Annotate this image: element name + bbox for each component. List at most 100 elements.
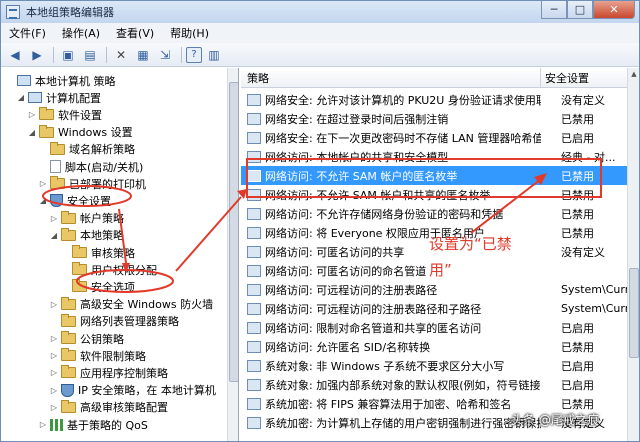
- menu-view[interactable]: 查看(V): [108, 25, 162, 41]
- help-icon[interactable]: ?: [186, 46, 202, 63]
- tree-item[interactable]: ▷ 基于策略的 QoS: [38, 416, 148, 433]
- expand-toggle-icon[interactable]: ◢: [49, 231, 59, 240]
- policy-setting-value: 已禁用: [561, 397, 594, 411]
- tree-item[interactable]: 本地计算机 策略: [5, 72, 116, 89]
- folder-icon: [61, 399, 76, 413]
- expand-toggle-icon[interactable]: ▷: [49, 300, 59, 309]
- tree-item-label: 脚本(启动/关机): [65, 160, 144, 174]
- expand-toggle-icon[interactable]: ▷: [38, 420, 48, 429]
- expand-toggle-icon[interactable]: ▷: [49, 386, 59, 395]
- tree-item[interactable]: ▷ IP 安全策略，在 本地计算机: [49, 382, 216, 399]
- policy-row[interactable]: 系统对象: 加强内部系统对象的默认权限(例如，符号链接) 已启用: [241, 375, 627, 394]
- tree-item[interactable]: 审核策略: [60, 244, 135, 261]
- policy-row[interactable]: 网络访问: 本地帐户的共享和安全模型 经典 - 对...: [241, 147, 627, 166]
- tree-item[interactable]: ▷ 软件限制策略: [49, 347, 146, 364]
- tree-item[interactable]: ▷ 高级安全 Windows 防火墙: [49, 296, 213, 313]
- tree-item[interactable]: ◢ 安全设置: [38, 192, 111, 209]
- computer-icon: [17, 75, 31, 86]
- column-header-setting[interactable]: 安全设置: [541, 70, 589, 86]
- tree-item[interactable]: ▷ 高级审核策略配置: [49, 399, 168, 416]
- tree-item[interactable]: ◢ 计算机配置: [16, 89, 101, 106]
- policy-name: 系统对象: 非 Windows 子系统不要求区分大小写: [265, 359, 505, 373]
- tree-item[interactable]: ▷ 应用程序控制策略: [49, 364, 168, 381]
- policy-row[interactable]: 系统对象: 非 Windows 子系统不要求区分大小写 已启用: [241, 356, 627, 375]
- tree-item-label: Windows 设置: [58, 126, 133, 140]
- expand-toggle-icon[interactable]: ▷: [38, 179, 48, 188]
- tree-item-label: 基于策略的 QoS: [67, 418, 148, 432]
- folder-icon: [61, 313, 76, 327]
- expand-toggle-icon[interactable]: ▷: [49, 334, 59, 343]
- policy-icon: [247, 169, 261, 182]
- tree-item[interactable]: ▷ 软件设置: [27, 106, 102, 123]
- back-arrow-icon[interactable]: ◀: [5, 46, 25, 64]
- scroll-up-icon[interactable]: ▲: [628, 68, 639, 80]
- folder-icon: [50, 176, 65, 190]
- tree-item[interactable]: 安全选项: [60, 278, 135, 295]
- policy-row[interactable]: 网络访问: 不允许 SAM 帐户的匿名枚举 已禁用: [241, 166, 627, 185]
- policy-row[interactable]: 网络访问: 限制对命名管道和共享的匿名访问 已启用: [241, 318, 627, 337]
- policy-row[interactable]: 网络安全: 在下一次更改密码时不存储 LAN 管理器哈希值 已启用: [241, 128, 627, 147]
- tree-item-label: 审核策略: [91, 246, 135, 260]
- policy-row[interactable]: 网络访问: 允许匿名 SID/名称转换 已禁用: [241, 337, 627, 356]
- policy-name: 网络访问: 限制对命名管道和共享的匿名访问: [265, 321, 482, 335]
- expand-toggle-icon[interactable]: ▷: [49, 403, 59, 412]
- expand-toggle-icon[interactable]: ▷: [49, 351, 59, 360]
- expand-toggle-icon[interactable]: ▷: [49, 214, 59, 223]
- expand-toggle-icon[interactable]: ▷: [49, 368, 59, 377]
- expand-toggle-icon[interactable]: ◢: [38, 196, 48, 205]
- tree-item[interactable]: 用户权限分配: [60, 261, 157, 278]
- menu-help[interactable]: 帮助(H): [162, 25, 217, 41]
- menu-action[interactable]: 操作(A): [54, 25, 108, 41]
- folder-icon: [39, 107, 54, 121]
- folder-icon: [61, 348, 76, 362]
- policy-icon: [247, 283, 261, 296]
- expand-toggle-icon[interactable]: ◢: [16, 93, 26, 102]
- list-scrollbar-thumb[interactable]: [629, 268, 639, 358]
- policy-setting-value: System\CurrentC...: [561, 302, 627, 315]
- policy-setting-value: 已启用: [561, 131, 594, 145]
- policy-row[interactable]: 网络访问: 不允许 SAM 帐户和共享的匿名枚举 已禁用: [241, 185, 627, 204]
- delete-icon[interactable]: ✕: [111, 46, 131, 64]
- policy-row[interactable]: 网络访问: 可远程访问的注册表路径和子路径 System\CurrentC...: [241, 299, 627, 318]
- tree-item[interactable]: ▷ 已部署的打印机: [38, 175, 146, 192]
- folder-icon: [61, 227, 76, 241]
- policy-row[interactable]: 网络访问: 不允许存储网络身份验证的密码和凭据 已禁用: [241, 204, 627, 223]
- show-hide-tree-icon[interactable]: ▤: [80, 46, 100, 64]
- tree-item[interactable]: ◢ Windows 设置: [27, 124, 133, 141]
- policy-name: 系统加密: 将 FIPS 兼容算法用于加密、哈希和签名: [265, 397, 512, 411]
- tree-scrollbar[interactable]: [227, 68, 238, 441]
- tree-scrollbar-thumb[interactable]: [229, 82, 238, 382]
- policy-name: 网络安全: 允许对该计算机的 PKU2U 身份验证请求使用联...: [265, 93, 541, 107]
- policy-icon: [247, 207, 261, 220]
- policy-icon: [247, 245, 261, 258]
- maximize-button[interactable]: □: [567, 1, 593, 19]
- view-icon[interactable]: ▥: [204, 46, 224, 64]
- annotation-line-2: 用”: [429, 261, 452, 279]
- tree-item[interactable]: ◢ 本地策略: [49, 227, 124, 244]
- menu-file[interactable]: 文件(F): [1, 25, 54, 41]
- up-folder-icon[interactable]: ▣: [58, 46, 78, 64]
- properties-icon[interactable]: ▦: [133, 46, 153, 64]
- tree-item[interactable]: 域名解析策略: [38, 141, 135, 158]
- tree-item[interactable]: ▷ 公钥策略: [49, 330, 124, 347]
- tree-item[interactable]: 脚本(启动/关机): [38, 158, 143, 175]
- minimize-button[interactable]: ─: [541, 1, 567, 19]
- forward-arrow-icon[interactable]: ▶: [27, 46, 47, 64]
- list-scrollbar[interactable]: ▲: [627, 68, 639, 441]
- tree-item[interactable]: ▷ 帐户策略: [49, 210, 124, 227]
- computer-icon: [28, 92, 42, 104]
- tree-item[interactable]: 网络列表管理器策略: [49, 313, 179, 330]
- policy-row[interactable]: 网络安全: 在超过登录时间后强制注销 已禁用: [241, 109, 627, 128]
- shield-icon: [50, 194, 63, 208]
- export-list-icon[interactable]: ⇲: [155, 46, 175, 64]
- tree-item-label: 本地计算机 策略: [35, 74, 116, 88]
- policy-setting-value: 已禁用: [561, 340, 594, 354]
- title-bar: 本地组策略编辑器 ─ □ ✕: [1, 1, 639, 23]
- policy-name: 网络访问: 不允许 SAM 帐户的匿名枚举: [265, 169, 458, 183]
- expand-toggle-icon[interactable]: ▷: [27, 110, 37, 119]
- close-button[interactable]: ✕: [593, 1, 635, 19]
- policy-icon: [247, 416, 261, 429]
- policy-row[interactable]: 网络安全: 允许对该计算机的 PKU2U 身份验证请求使用联... 没有定义: [241, 90, 627, 109]
- expand-toggle-icon[interactable]: ◢: [27, 128, 37, 137]
- column-header-policy[interactable]: 策略: [241, 68, 541, 88]
